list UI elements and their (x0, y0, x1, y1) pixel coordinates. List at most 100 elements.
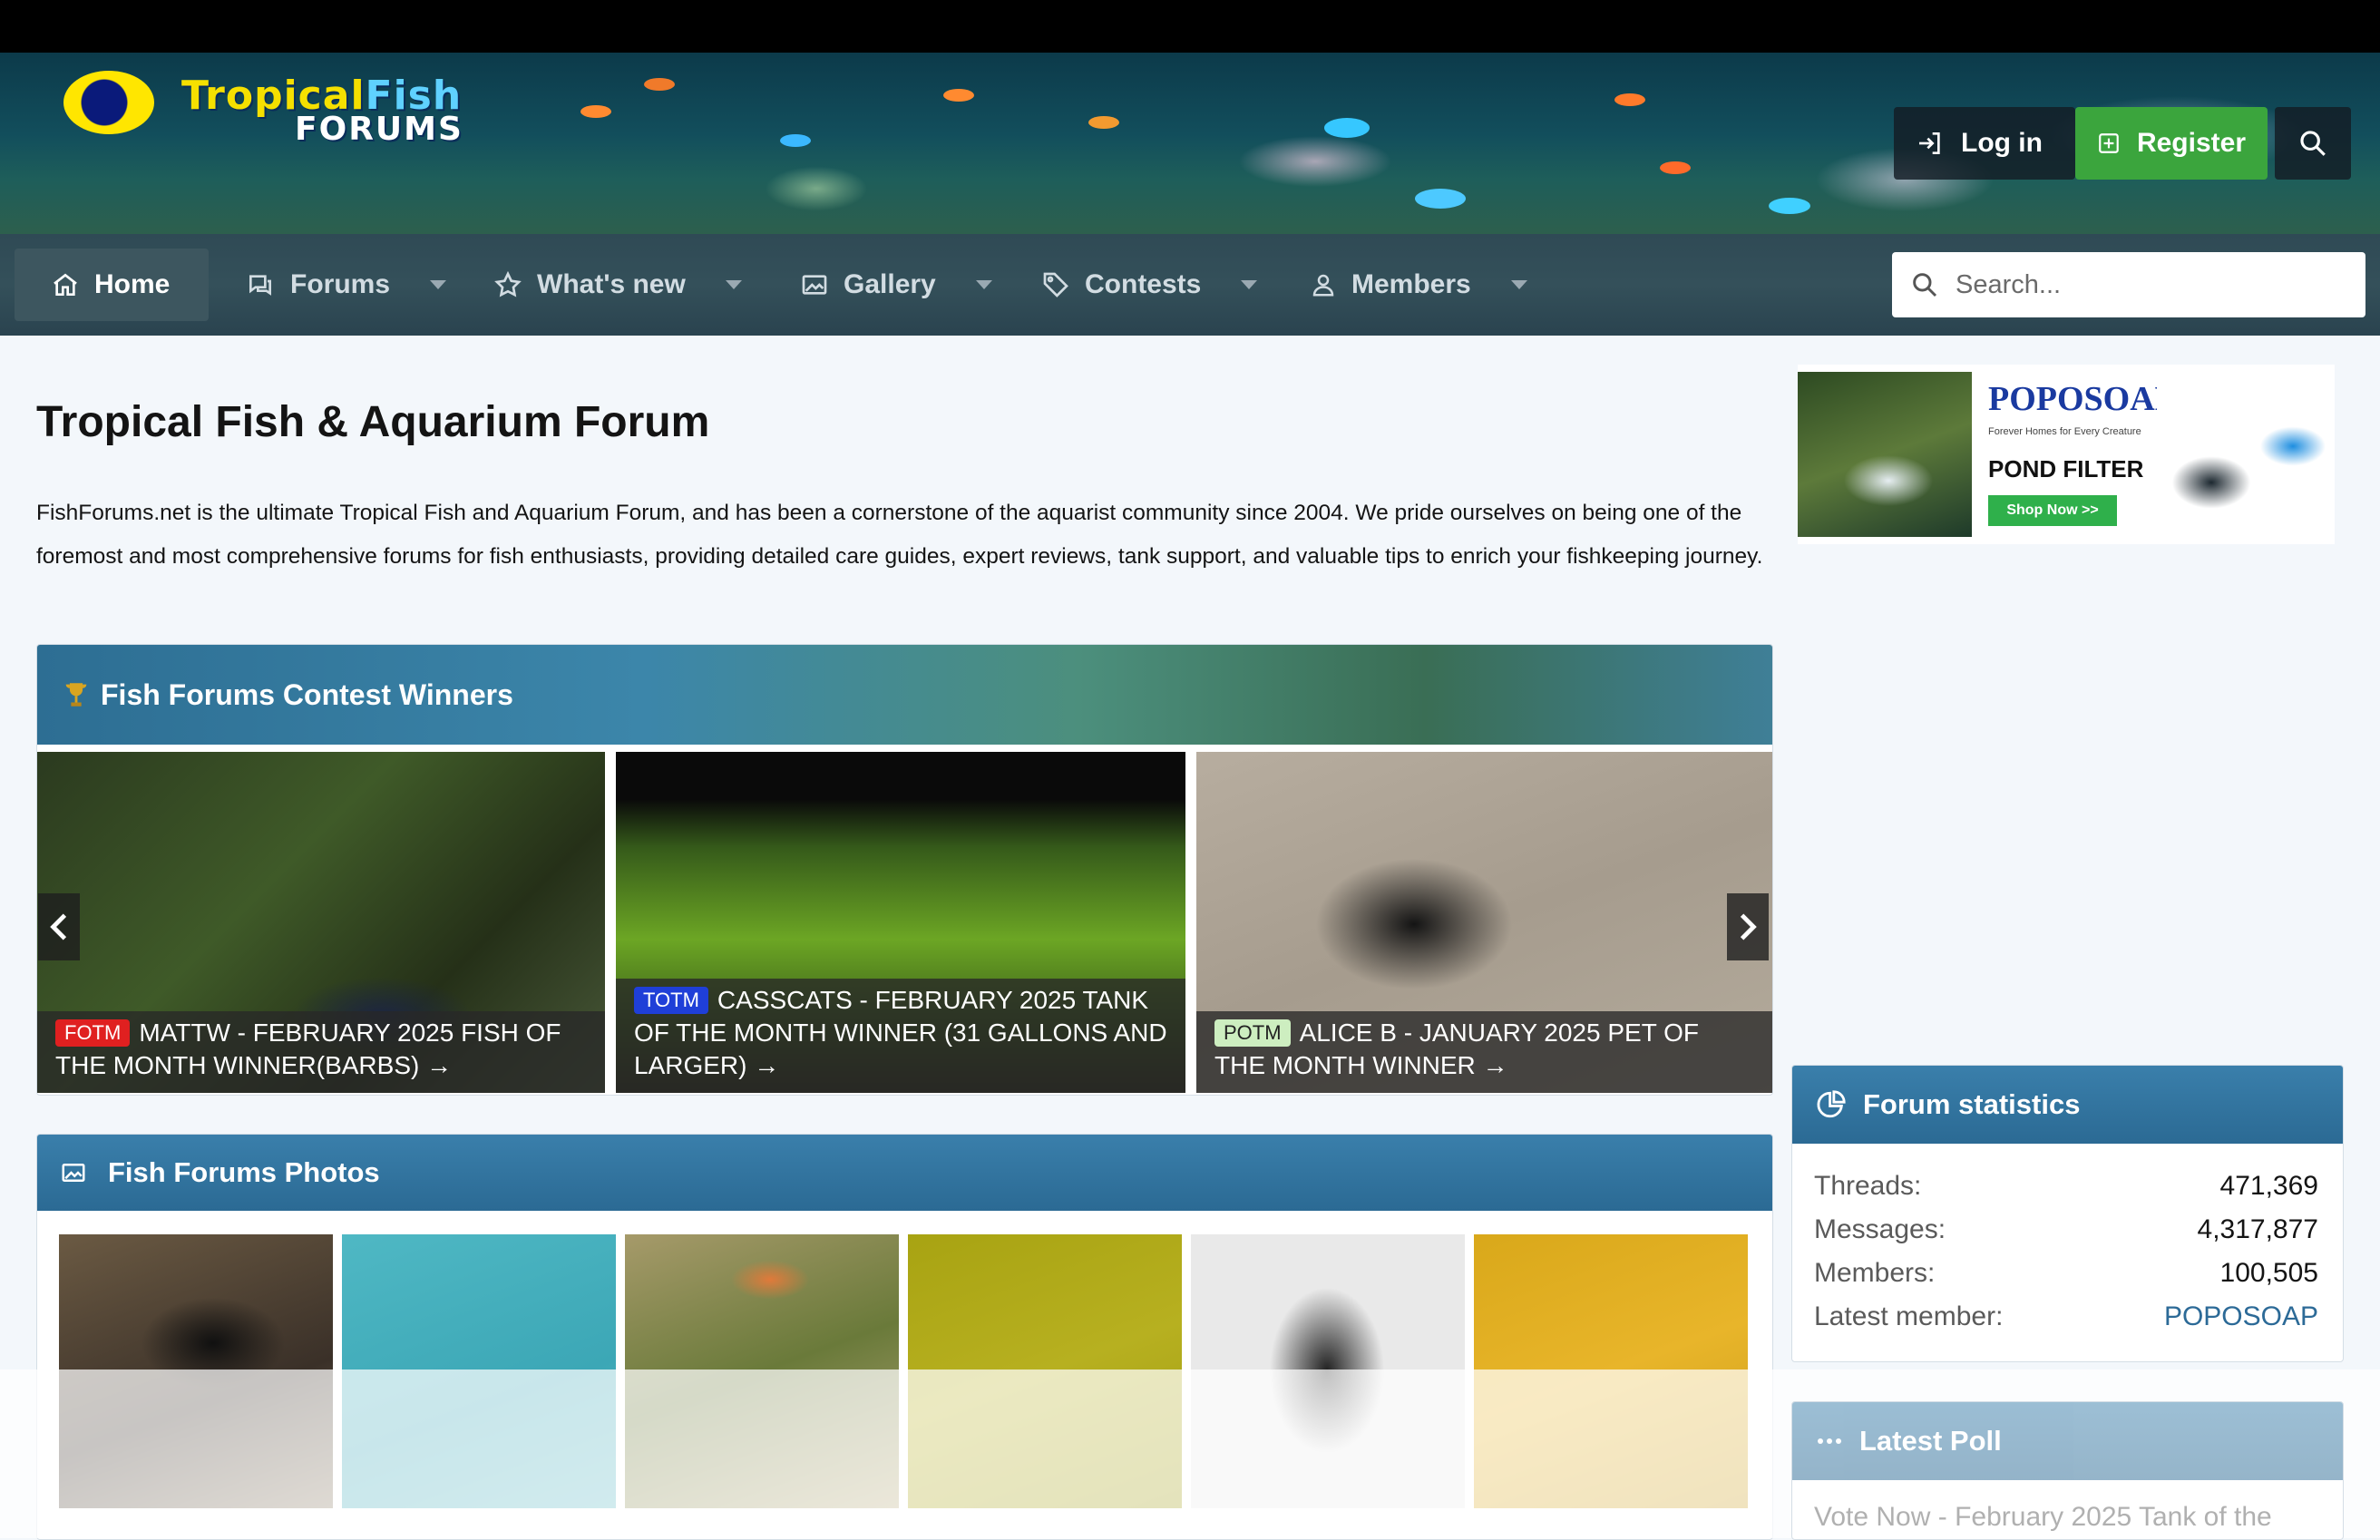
fish-decoration (580, 105, 611, 118)
ad-tagline: Forever Homes for Every Creature (1988, 426, 2141, 437)
browser-top-bar (0, 0, 2380, 53)
fotm-badge: FOTM (55, 1019, 131, 1047)
pie-chart-icon (1817, 1090, 1846, 1118)
search-icon (2300, 131, 2326, 156)
home-icon (54, 273, 77, 296)
contest-title: Fish Forums Contest Winners (101, 677, 513, 711)
logo-fish-icon (63, 71, 154, 134)
logo-subtext: FORUMS (295, 111, 463, 148)
contest-slide[interactable]: POTM ALICE B - JANUARY 2025 PET OF THE MO… (1196, 752, 1772, 1093)
totm-badge: TOTM (634, 987, 708, 1014)
search-input[interactable]: Search... (1892, 252, 2365, 317)
header-search-button[interactable] (2275, 107, 2351, 180)
nav-forums-label: Forums (290, 269, 391, 299)
login-button[interactable]: Log in (1894, 107, 2075, 180)
slide-caption[interactable]: POTM ALICE B - JANUARY 2025 PET OF THE MO… (1196, 1011, 1772, 1093)
stat-label: Messages: (1814, 1214, 1946, 1244)
nav-contests[interactable]: Contests (1041, 249, 1258, 321)
photos-header: Fish Forums Photos (37, 1135, 1772, 1211)
latest-poll-block: Latest Poll Vote Now - February 2025 Tan… (1791, 1401, 2344, 1540)
chevron-down-icon[interactable] (975, 280, 992, 289)
plus-square-icon (2099, 133, 2119, 153)
stat-value: 471,369 (2219, 1171, 2318, 1201)
star-icon (494, 270, 522, 297)
forum-statistics-block: Forum statistics Threads: 471,369 Message… (1791, 1065, 2344, 1362)
register-button[interactable]: Register (2075, 107, 2268, 180)
latest-member-link[interactable]: POPOSOAP (2164, 1301, 2318, 1332)
carousel-next-button[interactable] (1727, 893, 1769, 960)
stats-title: Forum statistics (1863, 1088, 2081, 1120)
stat-label: Latest member: (1814, 1301, 2004, 1331)
chevron-down-icon[interactable] (1241, 280, 1258, 289)
slide-caption-text: MATTW - FEBRUARY 2025 FISH OF THE MONTH … (55, 1019, 561, 1079)
stat-label: Threads: (1814, 1171, 1922, 1201)
site-logo[interactable]: TropicalFish FORUMS (63, 65, 499, 192)
nav-gallery-label: Gallery (844, 269, 936, 299)
nav-members-label: Members (1351, 269, 1471, 299)
fish-decoration (1415, 189, 1466, 209)
ad-product: POND FILTER (1988, 455, 2144, 482)
arrow-right-icon: → (1482, 1051, 1508, 1079)
dots-icon (1818, 1438, 1841, 1444)
login-label: Log in (1961, 128, 2043, 158)
tag-icon (1043, 272, 1068, 297)
nav-whats-new[interactable]: What's new (493, 249, 742, 321)
ad-brand: POPOSOAP (1988, 380, 2176, 418)
nav-members[interactable]: Members (1310, 249, 1527, 321)
photos-title: Fish Forums Photos (108, 1156, 380, 1188)
fish-decoration (1324, 118, 1370, 138)
register-label: Register (2136, 128, 2246, 158)
ad-shop-button[interactable]: Shop Now >> (1988, 495, 2117, 526)
fish-decoration (1660, 161, 1691, 174)
chevron-left-icon (50, 913, 67, 941)
poll-header: Latest Poll (1792, 1402, 2343, 1480)
chevron-down-icon[interactable] (725, 280, 742, 289)
user-icon (1312, 274, 1334, 297)
fish-decoration (1614, 93, 1645, 106)
nav-whats-new-label: What's new (537, 269, 686, 299)
advertisement-banner[interactable]: POPOSOAP Forever Homes for Every Creatur… (1798, 365, 2335, 544)
potm-badge: POTM (1214, 1019, 1291, 1047)
ad-pond-image (1798, 372, 1972, 537)
arrow-right-icon: → (754, 1051, 780, 1079)
nav-home[interactable]: Home (15, 249, 209, 321)
contest-slide[interactable]: TOTM CASSCATS - FEBRUARY 2025 TANK OF THE… (616, 752, 1185, 1093)
stat-value: 100,505 (2219, 1258, 2318, 1288)
chevron-down-icon[interactable] (1510, 280, 1527, 289)
nav-gallery[interactable]: Gallery (800, 249, 992, 321)
search-icon (1913, 273, 1937, 297)
carousel-prev-button[interactable] (38, 893, 80, 960)
chevron-down-icon[interactable] (430, 280, 447, 289)
login-icon (1919, 132, 1940, 154)
page-description: FishForums.net is the ultimate Tropical … (36, 501, 1763, 569)
contest-winners-block: Fish Forums Contest Winners FOTM MATTW - … (36, 644, 1773, 1096)
fish-decoration (943, 89, 974, 102)
fish-decoration (644, 78, 675, 91)
main-navigation: Home Forums What's new Gallery Contests … (0, 234, 2380, 336)
chevron-right-icon (1740, 913, 1757, 941)
search-placeholder: Search... (1956, 269, 2062, 299)
ad-product-image (2157, 374, 2335, 537)
nav-forums[interactable]: Forums (245, 249, 447, 321)
chat-icon (249, 275, 271, 296)
page-title: Tropical Fish & Aquarium Forum (36, 398, 710, 446)
slide-caption[interactable]: TOTM CASSCATS - FEBRUARY 2025 TANK OF THE… (616, 979, 1185, 1093)
fish-decoration (1769, 198, 1810, 214)
arrow-right-icon: → (426, 1051, 453, 1079)
fish-decoration (1088, 116, 1119, 129)
slide-caption-text: CASSCATS - FEBRUARY 2025 TANK OF THE MON… (634, 986, 1167, 1079)
contest-slide[interactable]: FOTM MATTW - FEBRUARY 2025 FISH OF THE MO… (37, 752, 605, 1093)
stat-row: Latest member: POPOSOAP (1814, 1301, 2318, 1332)
stat-row: Threads: 471,369 (1814, 1171, 2318, 1202)
fish-decoration (780, 134, 811, 147)
nav-contests-label: Contests (1085, 269, 1202, 299)
poll-title: Latest Poll (1859, 1425, 2002, 1457)
image-icon (802, 275, 827, 295)
slide-caption[interactable]: FOTM MATTW - FEBRUARY 2025 FISH OF THE MO… (37, 1011, 605, 1093)
poll-question[interactable]: Vote Now - February 2025 Tank of the (1814, 1502, 2272, 1533)
stat-row: Messages: 4,317,877 (1814, 1214, 2318, 1245)
stat-row: Members: 100,505 (1814, 1258, 2318, 1289)
stat-label: Members: (1814, 1258, 1936, 1288)
stats-header: Forum statistics (1792, 1066, 2343, 1144)
contest-header: Fish Forums Contest Winners (37, 645, 1772, 745)
